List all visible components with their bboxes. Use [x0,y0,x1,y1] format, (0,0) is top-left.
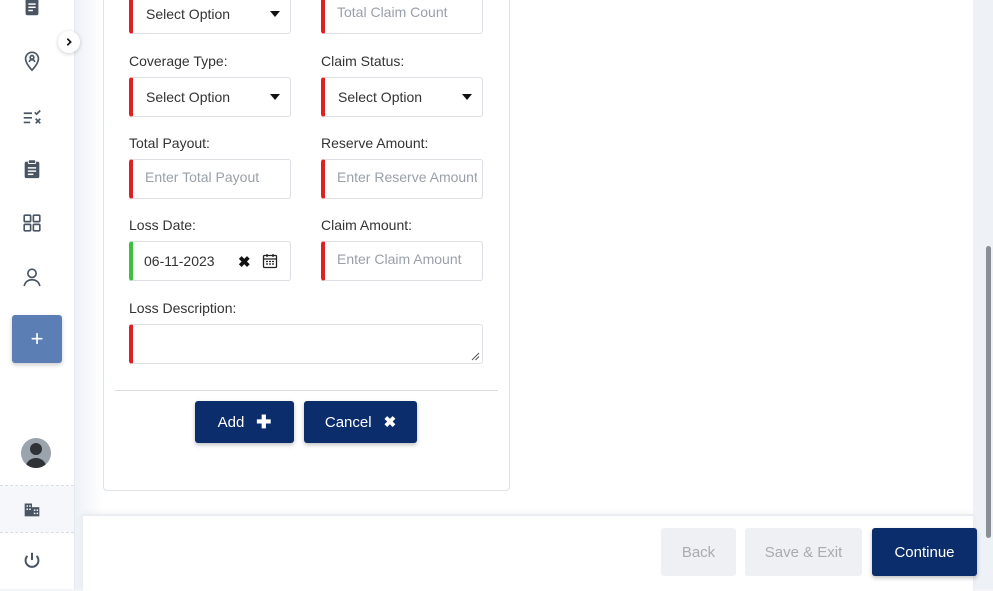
cancel-button-label: Cancel [324,413,372,431]
continue-button[interactable]: Continue [872,528,977,576]
continue-button-label: Continue [894,543,955,561]
grid-icon[interactable] [17,208,47,238]
power-icon[interactable] [17,546,47,576]
cancel-button[interactable]: Cancel ✖ [304,401,417,443]
total-claim-count-input[interactable] [321,0,483,34]
add-button-label: Add [217,413,245,431]
user-icon[interactable] [17,262,47,292]
loss-description-textarea[interactable] [129,324,483,364]
total-payout-label: Total Payout: [129,135,210,151]
save-exit-button-label: Save & Exit [764,543,843,561]
claim-status-label: Claim Status: [321,53,405,69]
chevron-down-icon [270,94,280,100]
reserve-amount-label: Reserve Amount: [321,135,429,151]
claim-type-select[interactable]: Select Option [129,0,291,34]
coverage-type-value: Select Option [146,89,231,105]
total-payout-input[interactable] [129,159,291,199]
sidebar-divider [0,532,74,533]
calendar-icon[interactable] [262,253,278,272]
sidebar: + [0,0,75,589]
location-user-icon[interactable] [17,46,47,76]
sidebar-divider [0,485,74,486]
clear-date-icon[interactable]: ✖ [238,253,251,271]
footer-shade [75,514,83,589]
add-button[interactable]: Add ✚ [195,401,294,443]
sidebar-expand-button[interactable] [58,31,80,53]
loss-description-label: Loss Description: [129,300,237,316]
total-payout-field[interactable] [145,169,285,185]
coverage-type-label: Coverage Type: [129,53,228,69]
back-button-label: Back [681,543,716,561]
claim-amount-field[interactable] [337,251,477,267]
total-claim-count-field[interactable] [337,4,477,20]
chevron-down-icon [462,94,472,100]
claim-amount-label: Claim Amount: [321,217,413,233]
form-divider [115,390,498,391]
loss-date-value: 06-11-2023 [144,253,215,269]
content-shade [75,0,103,514]
reserve-amount-input[interactable] [321,159,483,199]
loss-date-picker[interactable]: 06-11-2023 ✖ [129,241,291,281]
reserve-amount-field[interactable] [337,169,477,185]
chevron-down-icon [270,11,280,17]
add-new-symbol: + [30,326,44,351]
claim-status-value: Select Option [338,89,423,105]
claim-type-value: Select Option [146,6,231,22]
claim-status-select[interactable]: Select Option [321,77,483,117]
scrollbar[interactable] [986,246,991,538]
document-icon[interactable] [17,0,47,22]
resize-handle-icon[interactable] [470,351,480,361]
coverage-type-select[interactable]: Select Option [129,77,291,117]
back-button[interactable]: Back [661,528,736,576]
clipboard-icon[interactable] [17,154,47,184]
chevron-right-icon [66,38,72,46]
plus-icon: ✚ [256,411,272,432]
save-exit-button[interactable]: Save & Exit [745,528,862,576]
close-icon: ✖ [383,414,397,431]
add-new-button[interactable]: + [12,315,62,363]
checklist-icon[interactable] [17,101,47,131]
loss-date-label: Loss Date: [129,217,196,233]
claim-amount-input[interactable] [321,241,483,281]
avatar[interactable] [21,438,51,468]
building-icon[interactable] [17,494,47,524]
